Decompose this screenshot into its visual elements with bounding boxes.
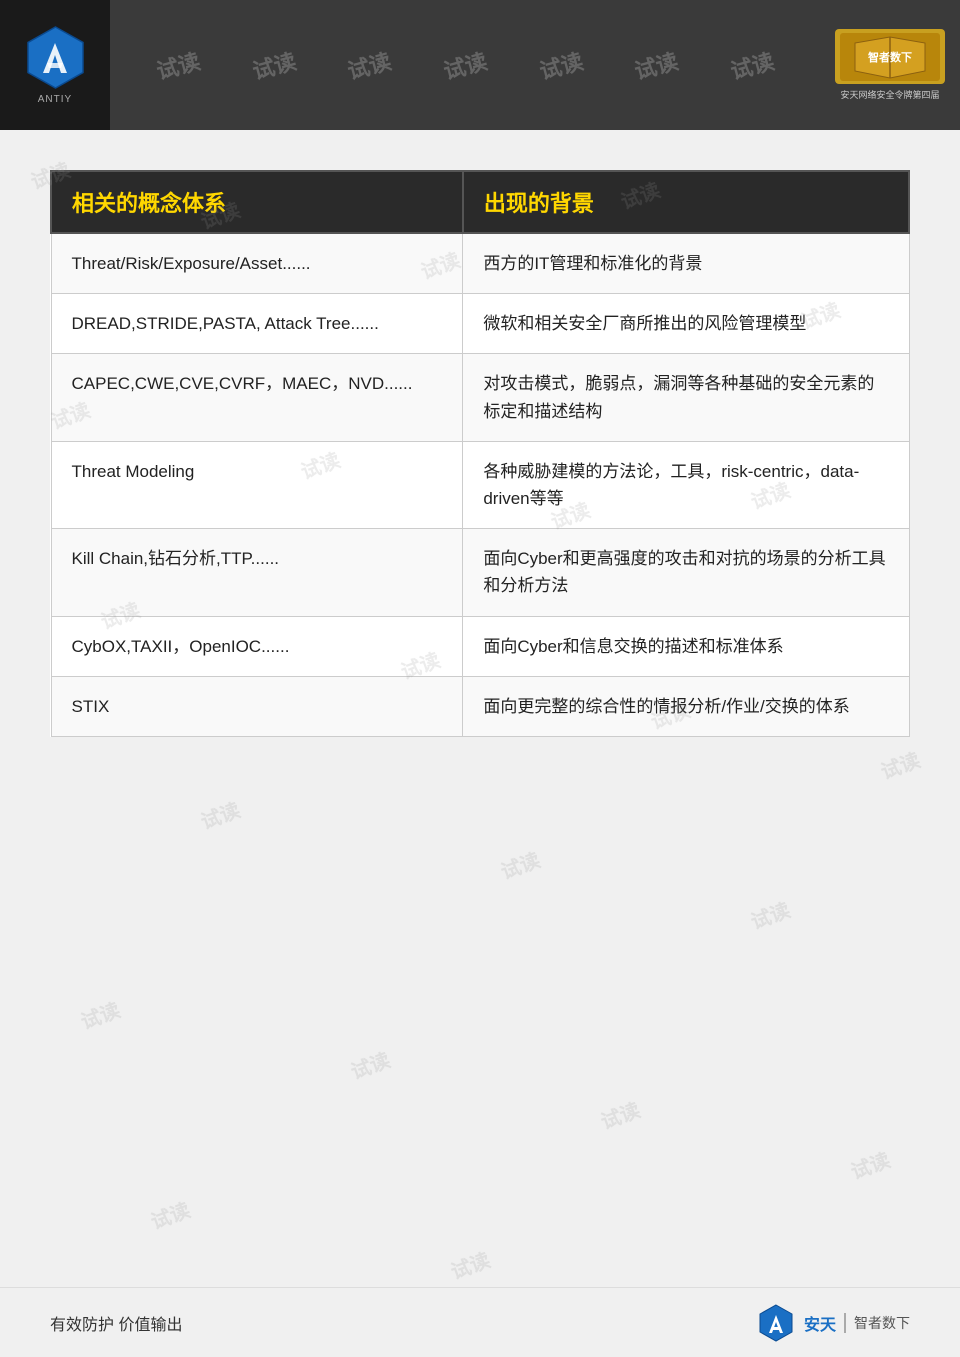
table-cell-background: 面向Cyber和更高强度的攻击和对抗的场景的分析工具和分析方法 — [463, 529, 909, 616]
table-cell-concept: STIX — [51, 676, 463, 736]
table-cell-concept: Kill Chain,钻石分析,TTP...... — [51, 529, 463, 616]
watermark-item: 试读 — [446, 1244, 494, 1285]
footer-brand-antiy: 安天 — [804, 1311, 836, 1335]
table-cell-background: 面向更完整的综合性的情报分析/作业/交换的体系 — [463, 676, 909, 736]
svg-text:智者数下: 智者数下 — [868, 50, 912, 64]
footer-right: 安天 智者数下 — [756, 1303, 910, 1343]
header-wm-7: 试读 — [727, 44, 778, 86]
col2-header: 出现的背景 — [463, 171, 909, 233]
table-cell-concept: Threat Modeling — [51, 441, 463, 528]
table-row: STIX面向更完整的综合性的情报分析/作业/交换的体系 — [51, 676, 909, 736]
concept-table: 相关的概念体系 出现的背景 Threat/Risk/Exposure/Asset… — [50, 170, 910, 737]
table-cell-concept: CybOX,TAXII，OpenIOC...... — [51, 616, 463, 676]
header-subtitle: 安天网络安全令牌第四届 — [840, 88, 939, 101]
footer-brand-tagline: 智者数下 — [844, 1313, 910, 1333]
table-row: Kill Chain,钻石分析,TTP......面向Cyber和更高强度的攻击… — [51, 529, 909, 616]
footer: 有效防护 价值输出 安天 智者数下 — [0, 1287, 960, 1357]
watermark-item: 试读 — [496, 844, 544, 885]
header-watermarks: 试读 试读 试读 试读 试读 试读 试读 — [110, 49, 820, 81]
header-wm-5: 试读 — [535, 44, 586, 86]
logo-block: ANTIY — [0, 0, 110, 130]
table-cell-background: 微软和相关安全厂商所推出的风险管理模型 — [463, 294, 909, 354]
header-wm-2: 试读 — [248, 44, 299, 86]
col1-header: 相关的概念体系 — [51, 171, 463, 233]
table-cell-concept: DREAD,STRIDE,PASTA, Attack Tree...... — [51, 294, 463, 354]
watermark-item: 试读 — [846, 1144, 894, 1185]
table-cell-background: 面向Cyber和信息交换的描述和标准体系 — [463, 616, 909, 676]
table-cell-background: 对攻击模式，脆弱点，漏洞等各种基础的安全元素的标定和描述结构 — [463, 354, 909, 441]
header-right: 智者数下 安天网络安全令牌第四届 — [820, 0, 960, 130]
watermark-item: 试读 — [76, 994, 124, 1035]
watermark-item: 试读 — [746, 894, 794, 935]
watermark-item: 试读 — [196, 794, 244, 835]
table-cell-concept: CAPEC,CWE,CVE,CVRF，MAEC，NVD...... — [51, 354, 463, 441]
table-row: Threat Modeling各种威胁建模的方法论，工具，risk-centri… — [51, 441, 909, 528]
table-cell-background: 各种威胁建模的方法论，工具，risk-centric，data-driven等等 — [463, 441, 909, 528]
header-right-logo: 智者数下 — [835, 29, 945, 84]
main-content: 相关的概念体系 出现的背景 Threat/Risk/Exposure/Asset… — [0, 130, 960, 767]
table-row: CAPEC,CWE,CVE,CVRF，MAEC，NVD......对攻击模式，脆… — [51, 354, 909, 441]
antiy-logo-icon — [23, 25, 88, 90]
table-row: CybOX,TAXII，OpenIOC......面向Cyber和信息交换的描述… — [51, 616, 909, 676]
table-cell-concept: Threat/Risk/Exposure/Asset...... — [51, 233, 463, 294]
logo-label: ANTIY — [38, 94, 72, 105]
header-wm-6: 试读 — [631, 44, 682, 86]
table-header-row: 相关的概念体系 出现的背景 — [51, 171, 909, 233]
brand-logo-icon: 智者数下 — [840, 33, 940, 81]
watermark-item: 试读 — [146, 1194, 194, 1235]
table-row: DREAD,STRIDE,PASTA, Attack Tree......微软和… — [51, 294, 909, 354]
header: ANTIY 试读 试读 试读 试读 试读 试读 试读 智者数下 安天网络安全令牌… — [0, 0, 960, 130]
footer-antiy-icon — [756, 1303, 796, 1343]
watermark-item: 试读 — [346, 1044, 394, 1085]
header-wm-1: 试读 — [152, 44, 203, 86]
watermark-item: 试读 — [596, 1094, 644, 1135]
table-cell-background: 西方的IT管理和标准化的背景 — [463, 233, 909, 294]
header-wm-3: 试读 — [344, 44, 395, 86]
table-row: Threat/Risk/Exposure/Asset......西方的IT管理和… — [51, 233, 909, 294]
header-wm-4: 试读 — [440, 44, 491, 86]
footer-left-text: 有效防护 价值输出 — [50, 1311, 182, 1335]
